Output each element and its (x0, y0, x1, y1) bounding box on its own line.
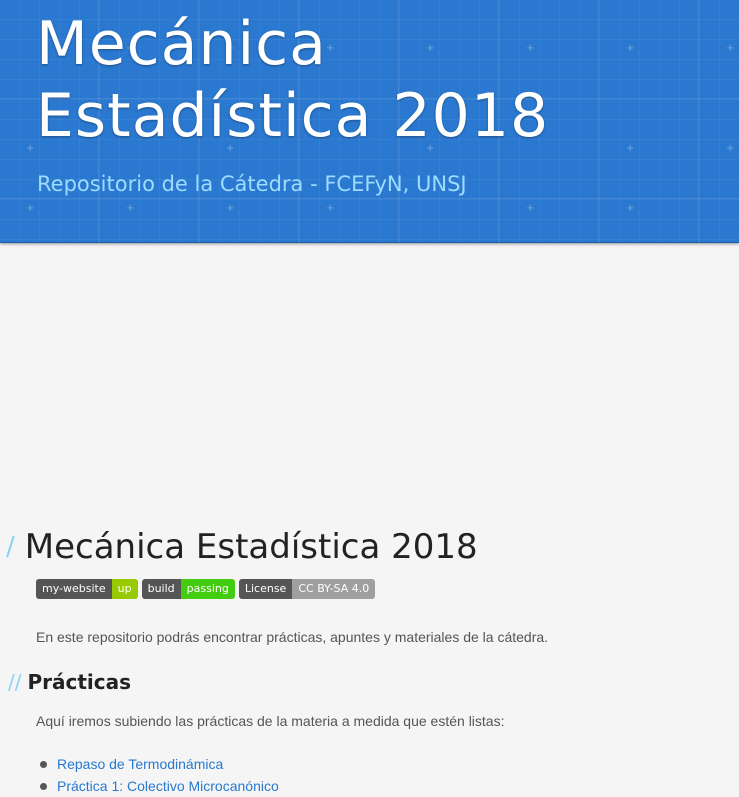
bullet-icon (40, 782, 47, 790)
badge-row: my-website up build passing License CC B… (36, 579, 376, 599)
page-title: / Mecánica Estadística 2018 (6, 523, 478, 571)
build-status-badge[interactable]: build passing (141, 579, 235, 599)
badge-label: build (141, 579, 181, 599)
grid-plus-icon: + (326, 203, 335, 214)
grid-plus-icon: + (626, 143, 635, 154)
badge-value: CC BY-SA 4.0 (292, 579, 376, 599)
section-paragraph: Aquí iremos subiendo las prácticas de la… (36, 713, 505, 729)
website-status-badge[interactable]: my-website up (36, 579, 138, 599)
site-title[interactable]: Mecánica Estadística 2018 (36, 8, 549, 152)
site-subtitle: Repositorio de la Cátedra - FCEFyN, UNSJ (37, 172, 467, 196)
site-title-line2[interactable]: Estadística 2018 (36, 81, 549, 151)
list-item: Práctica 1: Colectivo Microcanónico (40, 775, 279, 797)
site-header: + + + + + + + + + + + + + + + + + + Mecá… (0, 0, 739, 243)
page-title-text: Mecánica Estadística 2018 (24, 527, 478, 567)
badge-label: License (238, 579, 293, 599)
list-item: Repaso de Termodinámica (40, 753, 279, 775)
link-repaso-termodinamica[interactable]: Repaso de Termodinámica (57, 756, 223, 772)
badge-value: passing (180, 579, 235, 599)
heading-slash-decoration: / (6, 532, 15, 562)
grid-plus-icon: + (126, 203, 135, 214)
practicas-list: Repaso de Termodinámica Práctica 1: Cole… (40, 753, 279, 797)
section-heading-text: Prácticas (27, 670, 132, 694)
grid-plus-icon: + (726, 43, 735, 54)
license-badge[interactable]: License CC BY-SA 4.0 (238, 579, 376, 599)
intro-paragraph: En este repositorio podrás encontrar prá… (36, 629, 549, 645)
grid-plus-icon: + (26, 203, 35, 214)
grid-plus-icon: + (226, 203, 235, 214)
site-title-line1[interactable]: Mecánica (36, 9, 327, 79)
grid-plus-icon: + (726, 143, 735, 154)
heading-slash-decoration: // (8, 670, 22, 694)
section-heading-practicas: //Prácticas (8, 667, 131, 697)
bullet-icon (40, 760, 47, 768)
grid-plus-icon: + (526, 203, 535, 214)
grid-plus-icon: + (626, 43, 635, 54)
badge-value: up (111, 579, 138, 599)
badge-label: my-website (36, 579, 112, 599)
grid-plus-icon: + (626, 203, 635, 214)
grid-plus-icon: + (26, 143, 35, 154)
link-practica-1[interactable]: Práctica 1: Colectivo Microcanónico (57, 778, 279, 794)
